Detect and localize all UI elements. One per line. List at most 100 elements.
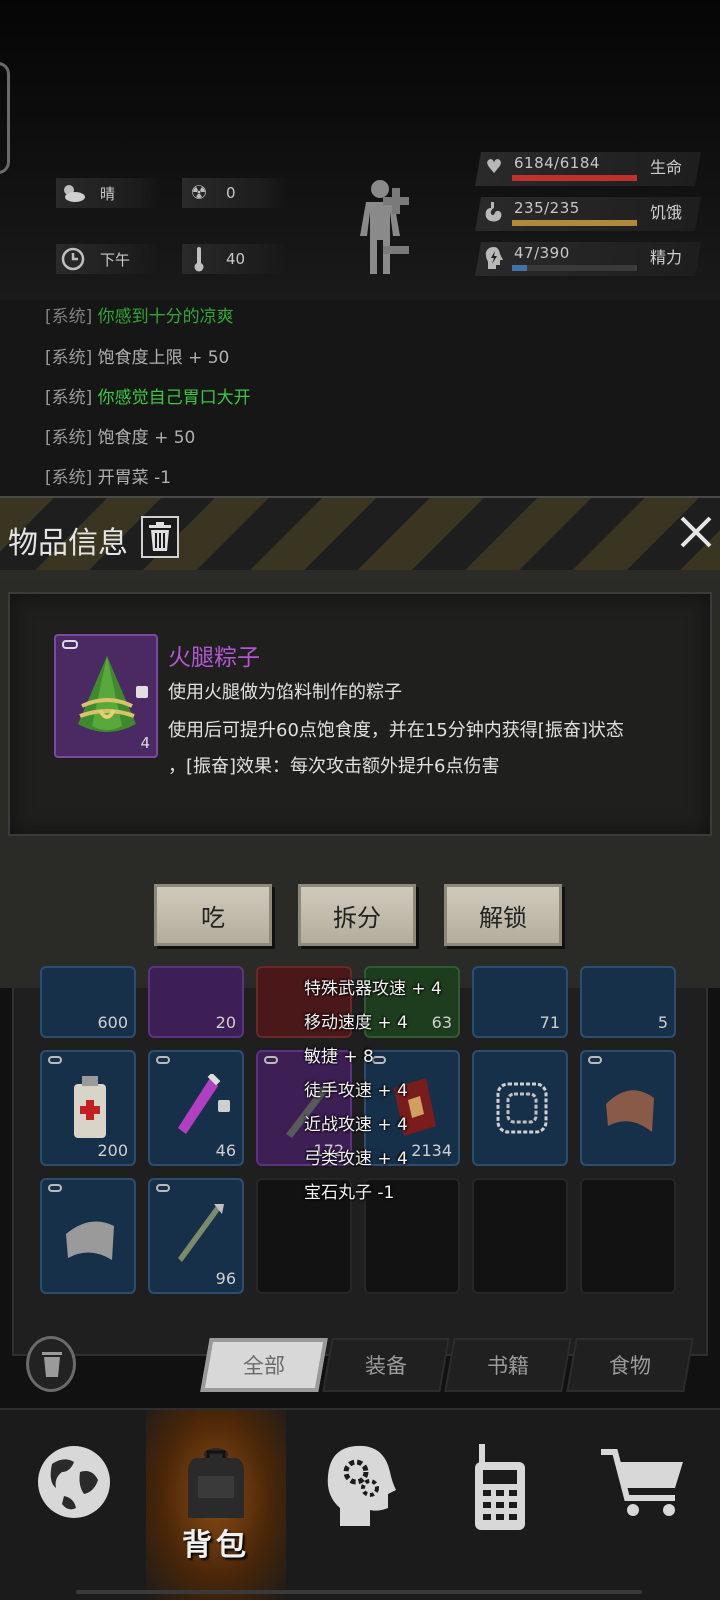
energy-bar	[512, 265, 637, 271]
spear-icon	[178, 1204, 224, 1262]
link-icon	[156, 1056, 170, 1064]
heart-icon: ♥	[485, 156, 503, 178]
inventory-slot[interactable]: 200	[40, 1050, 136, 1166]
trash-icon	[42, 1352, 62, 1377]
log-line: [系统] 饱食度上限 + 50	[45, 348, 230, 368]
inventory-slot[interactable]: 600	[40, 966, 136, 1038]
tab-books[interactable]: 书籍	[444, 1338, 572, 1392]
clock-icon	[56, 247, 90, 271]
spray-can-icon	[74, 1076, 106, 1138]
link-icon	[156, 1184, 170, 1192]
tooltip-line: 特殊武器攻速 + 4	[304, 979, 442, 999]
bottom-navigation: 背包	[0, 1408, 720, 1600]
stomach-icon	[483, 201, 505, 225]
weather-cloud-sun-icon	[56, 183, 90, 203]
plus-icon	[383, 188, 409, 214]
hunger-label: 饥饿	[650, 203, 683, 222]
minus-icon	[383, 246, 409, 254]
status-panel: 晴 ☢ 0 下午 40 ♥ 6184/6184 生命 235/235 饥饿 47…	[0, 0, 720, 300]
link-icon	[48, 1184, 62, 1192]
trash-icon	[149, 522, 171, 551]
link-icon	[264, 1056, 278, 1064]
head-gears-icon	[327, 1445, 396, 1526]
inventory-slot[interactable]: 46	[148, 1050, 244, 1166]
health-value: 6184/6184	[514, 154, 600, 172]
backpack-icon	[188, 1448, 244, 1518]
lock-icon	[218, 1100, 230, 1112]
category-tabs: 全部 装备 书籍 食物	[200, 1338, 695, 1394]
log-line: [系统] 你感觉自己胃口大开	[45, 388, 251, 408]
nav-backpack[interactable]: 背包	[146, 1410, 286, 1600]
inventory-slot[interactable]	[580, 1050, 676, 1166]
system-gesture-bar	[76, 1590, 642, 1594]
lock-icon	[136, 686, 148, 698]
metal-plate-icon	[66, 1221, 114, 1260]
chainmail-icon	[496, 1082, 548, 1134]
inventory-slot[interactable]	[472, 1050, 568, 1166]
modal-title: 物品信息	[8, 526, 128, 561]
discard-button[interactable]	[141, 516, 179, 558]
inventory-trash-button[interactable]	[26, 1336, 76, 1392]
item-info-body: 4 火腿粽子 使用火腿做为馅料制作的粽子 使用后可提升60点饱食度，并在15分钟…	[0, 582, 720, 988]
health-label: 生命	[650, 158, 683, 177]
radiation-icon: ☢	[190, 182, 208, 204]
log-line: [系统] 开胃菜 -1	[45, 468, 172, 488]
temperature-value: 40	[226, 250, 246, 268]
message-log[interactable]: [系统] 你感到十分的凉爽 [系统] 饱食度上限 + 50 [系统] 你感觉自己…	[0, 300, 720, 496]
inventory-slot-empty[interactable]	[472, 1178, 568, 1294]
thermometer-icon	[182, 246, 216, 272]
shopping-cart-icon	[601, 1449, 683, 1516]
brain-lightning-icon	[483, 246, 505, 270]
time-box: 下午	[56, 244, 160, 274]
temperature-box: 40	[182, 244, 286, 274]
tab-equipment[interactable]: 装备	[322, 1338, 450, 1392]
nav-skills[interactable]	[290, 1410, 430, 1600]
inventory-slot[interactable]	[40, 1178, 136, 1294]
item-description: 使用火腿做为馅料制作的粽子	[168, 682, 402, 703]
tooltip-line: 近战攻速 + 4	[304, 1115, 408, 1135]
nav-backpack-label: 背包	[182, 1528, 250, 1563]
close-icon[interactable]	[676, 512, 716, 552]
inventory-slot-empty[interactable]	[580, 1178, 676, 1294]
health-bar	[512, 175, 637, 181]
tab-all[interactable]: 全部	[200, 1338, 328, 1392]
energy-value: 47/390	[514, 244, 570, 262]
inventory-slot[interactable]: 96	[148, 1178, 244, 1294]
health-stat: ♥ 6184/6184 生命	[475, 152, 701, 186]
time-value: 下午	[100, 250, 131, 269]
inventory-slot[interactable]: 5	[580, 966, 676, 1038]
eat-button[interactable]: 吃	[154, 884, 272, 946]
nav-world-map[interactable]	[4, 1410, 144, 1600]
zongzi-icon	[78, 656, 136, 732]
item-effect-detail: ，[振奋]效果：每次攻击额外提升6点伤害	[168, 756, 500, 777]
item-effect: 使用后可提升60点饱食度，并在15分钟内获得[振奋]状态	[168, 720, 624, 741]
inventory-slot[interactable]: 71	[472, 966, 568, 1038]
tooltip-line: 弓类攻速 + 4	[304, 1149, 408, 1169]
inventory-slot[interactable]: 20	[148, 966, 244, 1038]
item-icon: 4	[54, 634, 158, 758]
nav-radio[interactable]	[430, 1410, 570, 1600]
item-info-header: 物品信息	[0, 496, 720, 582]
hunger-bar	[512, 220, 637, 226]
hunger-value: 235/235	[514, 199, 580, 217]
radiation-box: ☢ 0	[182, 178, 286, 208]
log-line: [系统] 你感到十分的凉爽	[45, 307, 234, 327]
link-icon	[62, 640, 78, 649]
side-drawer-handle[interactable]	[0, 62, 10, 174]
log-line: [系统] 饱食度 + 50	[45, 428, 196, 448]
link-icon	[48, 1056, 62, 1064]
tooltip-line: 宝石丸子 -1	[304, 1183, 395, 1203]
item-name: 火腿粽子	[168, 645, 260, 671]
energy-stat: 47/390 精力	[475, 242, 701, 276]
split-button[interactable]: 拆分	[298, 884, 416, 946]
tooltip-line: 移动速度 + 4	[304, 1013, 408, 1033]
nav-shop[interactable]	[574, 1410, 714, 1600]
weather-box: 晴	[56, 178, 160, 208]
walkie-talkie-icon	[475, 1444, 525, 1530]
unlock-button[interactable]: 解锁	[444, 884, 562, 946]
link-icon	[372, 1056, 386, 1064]
link-icon	[588, 1056, 602, 1064]
tab-food[interactable]: 食物	[566, 1338, 694, 1392]
hunger-stat: 235/235 饥饿	[475, 197, 701, 231]
item-count: 4	[140, 734, 150, 752]
